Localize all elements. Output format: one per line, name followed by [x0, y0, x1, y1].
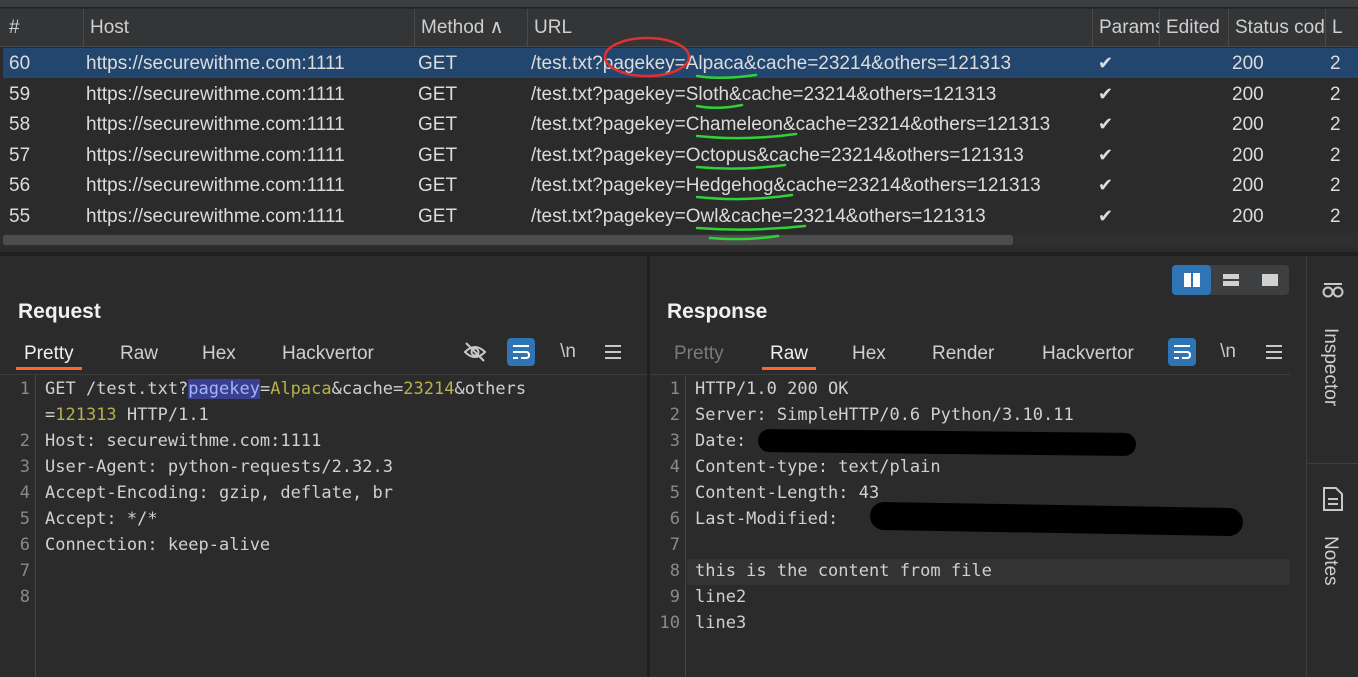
- line-number: 8: [19, 587, 30, 607]
- param-others-value: 121313: [55, 405, 117, 425]
- response-header-line: Date:: [695, 431, 747, 451]
- tab-request-hackvertor[interactable]: Hackvertor: [274, 338, 382, 370]
- param-eq: =: [259, 379, 271, 399]
- param-value: Alpaca: [270, 379, 332, 399]
- response-gutter: 1 2 3 4 5 6 7 8 9 10: [650, 375, 686, 677]
- line-number: 4: [19, 483, 30, 503]
- selected-param-key: pagekey: [188, 379, 260, 399]
- green-underline-3: [695, 132, 798, 140]
- menu-icon[interactable]: [1260, 338, 1288, 366]
- redaction-last-modified: [869, 501, 1244, 537]
- line-number: 2: [19, 431, 30, 451]
- green-underline-7: [708, 234, 780, 241]
- line-number: 8: [669, 561, 680, 581]
- response-header-line: Server: SimpleHTTP/0.6 Python/3.10.11: [695, 405, 1074, 425]
- notes-icon[interactable]: [1322, 486, 1344, 512]
- request-method-path: GET /test.txt?: [45, 379, 189, 399]
- layout-toggle-group: [1172, 265, 1289, 295]
- request-header-line: Host: securewithme.com:1111: [45, 431, 322, 451]
- split-vertical-icon[interactable]: [1172, 265, 1211, 295]
- param-cache-value: 23214: [403, 379, 455, 399]
- line-number: 3: [19, 457, 30, 477]
- eye-off-icon[interactable]: [461, 338, 489, 366]
- green-underline-2: [695, 103, 744, 109]
- param-eq: =: [45, 405, 56, 425]
- http-version: HTTP/1.1: [116, 405, 209, 425]
- single-pane-icon[interactable]: [1250, 265, 1289, 295]
- tab-response-hex[interactable]: Hex: [844, 338, 894, 370]
- tab-response-pretty[interactable]: Pretty: [666, 338, 732, 370]
- line-number: 5: [669, 483, 680, 503]
- response-status-line: HTTP/1.0 200 OK: [695, 379, 849, 399]
- line-number: 3: [669, 431, 680, 451]
- line-number: 6: [669, 509, 680, 529]
- param-others: &others: [454, 379, 527, 399]
- http-history-table: # Host Method ∧ URL Params Edited Status…: [0, 0, 1358, 252]
- line-number: 9: [669, 587, 680, 607]
- request-header-line: Connection: keep-alive: [45, 535, 271, 555]
- green-underline-5: [695, 193, 794, 201]
- line-number: 1: [19, 379, 30, 399]
- inspector-icon[interactable]: [1321, 280, 1345, 304]
- request-header-line: Accept-Encoding: gzip, deflate, br: [45, 483, 393, 503]
- inspector-sidebar: Inspector Notes: [1306, 256, 1358, 677]
- line-number: 5: [19, 509, 30, 529]
- line-number: 4: [669, 457, 680, 477]
- split-horizontal-icon[interactable]: [1211, 265, 1250, 295]
- line-number: 1: [669, 379, 680, 399]
- tab-request-raw[interactable]: Raw: [112, 338, 166, 370]
- response-header-line: Content-Length: 43: [695, 483, 880, 503]
- wrap-icon[interactable]: [507, 338, 535, 366]
- inspector-label[interactable]: Inspector: [1319, 328, 1341, 406]
- line-number: 7: [669, 535, 680, 555]
- newline-icon[interactable]: \n: [1214, 338, 1242, 366]
- line-number: 6: [19, 535, 30, 555]
- inspector-section[interactable]: Inspector: [1307, 256, 1358, 464]
- response-header-line: Last-Modified:: [695, 509, 839, 529]
- red-circle-annotation: [603, 36, 691, 78]
- request-tabs: Pretty Raw Hex Hackvertor: [16, 338, 396, 370]
- response-header-line: Content-type: text/plain: [695, 457, 941, 477]
- request-line-1: GET /test.txt?pagekey=Alpaca&cache=23214…: [45, 379, 526, 399]
- response-body-line: this is the content from file: [695, 561, 992, 581]
- request-title: Request: [18, 300, 101, 323]
- line-number: 2: [669, 405, 680, 425]
- tab-response-raw[interactable]: Raw: [762, 338, 817, 370]
- line-number: 10: [659, 613, 680, 633]
- annotation-overlay: [603, 36, 807, 241]
- notes-section[interactable]: Notes: [1307, 464, 1358, 677]
- request-line-1-wrap: =121313 HTTP/1.1: [45, 405, 209, 425]
- response-tabs: Pretty Raw Hex Render Hackvertor: [666, 338, 1156, 370]
- notes-label[interactable]: Notes: [1319, 536, 1341, 586]
- green-underline-4: [695, 163, 787, 170]
- green-underline-6: [695, 224, 807, 231]
- tab-response-render[interactable]: Render: [924, 338, 1002, 370]
- tab-request-hex[interactable]: Hex: [194, 338, 244, 370]
- green-underline-1: [695, 73, 758, 79]
- request-header-line: User-Agent: python-requests/2.32.3: [45, 457, 393, 477]
- param-cache: &cache=: [331, 379, 404, 399]
- request-gutter: 1 2 3 4 5 6 7 8: [0, 375, 36, 677]
- wrap-icon[interactable]: [1168, 338, 1196, 366]
- request-header-line: Accept: */*: [45, 509, 158, 529]
- line-number: 7: [19, 561, 30, 581]
- menu-icon[interactable]: [599, 338, 627, 366]
- tab-response-hackvertor[interactable]: Hackvertor: [1034, 338, 1142, 370]
- response-title: Response: [667, 300, 768, 323]
- burp-suite-window: # Host Method ∧ URL Params Edited Status…: [0, 0, 1358, 677]
- response-body-line: line3: [695, 613, 747, 633]
- request-editor[interactable]: 1 2 3 4 5 6 7 8 GET /test.txt?pagekey=Al…: [0, 374, 647, 677]
- newline-icon[interactable]: \n: [554, 338, 582, 366]
- response-editor[interactable]: 1 2 3 4 5 6 7 8 9 10 HTTP/1.0 200 OK Ser…: [650, 374, 1290, 677]
- tab-request-pretty[interactable]: Pretty: [16, 338, 82, 370]
- response-body-line: line2: [695, 587, 747, 607]
- redaction-date: [757, 429, 1137, 456]
